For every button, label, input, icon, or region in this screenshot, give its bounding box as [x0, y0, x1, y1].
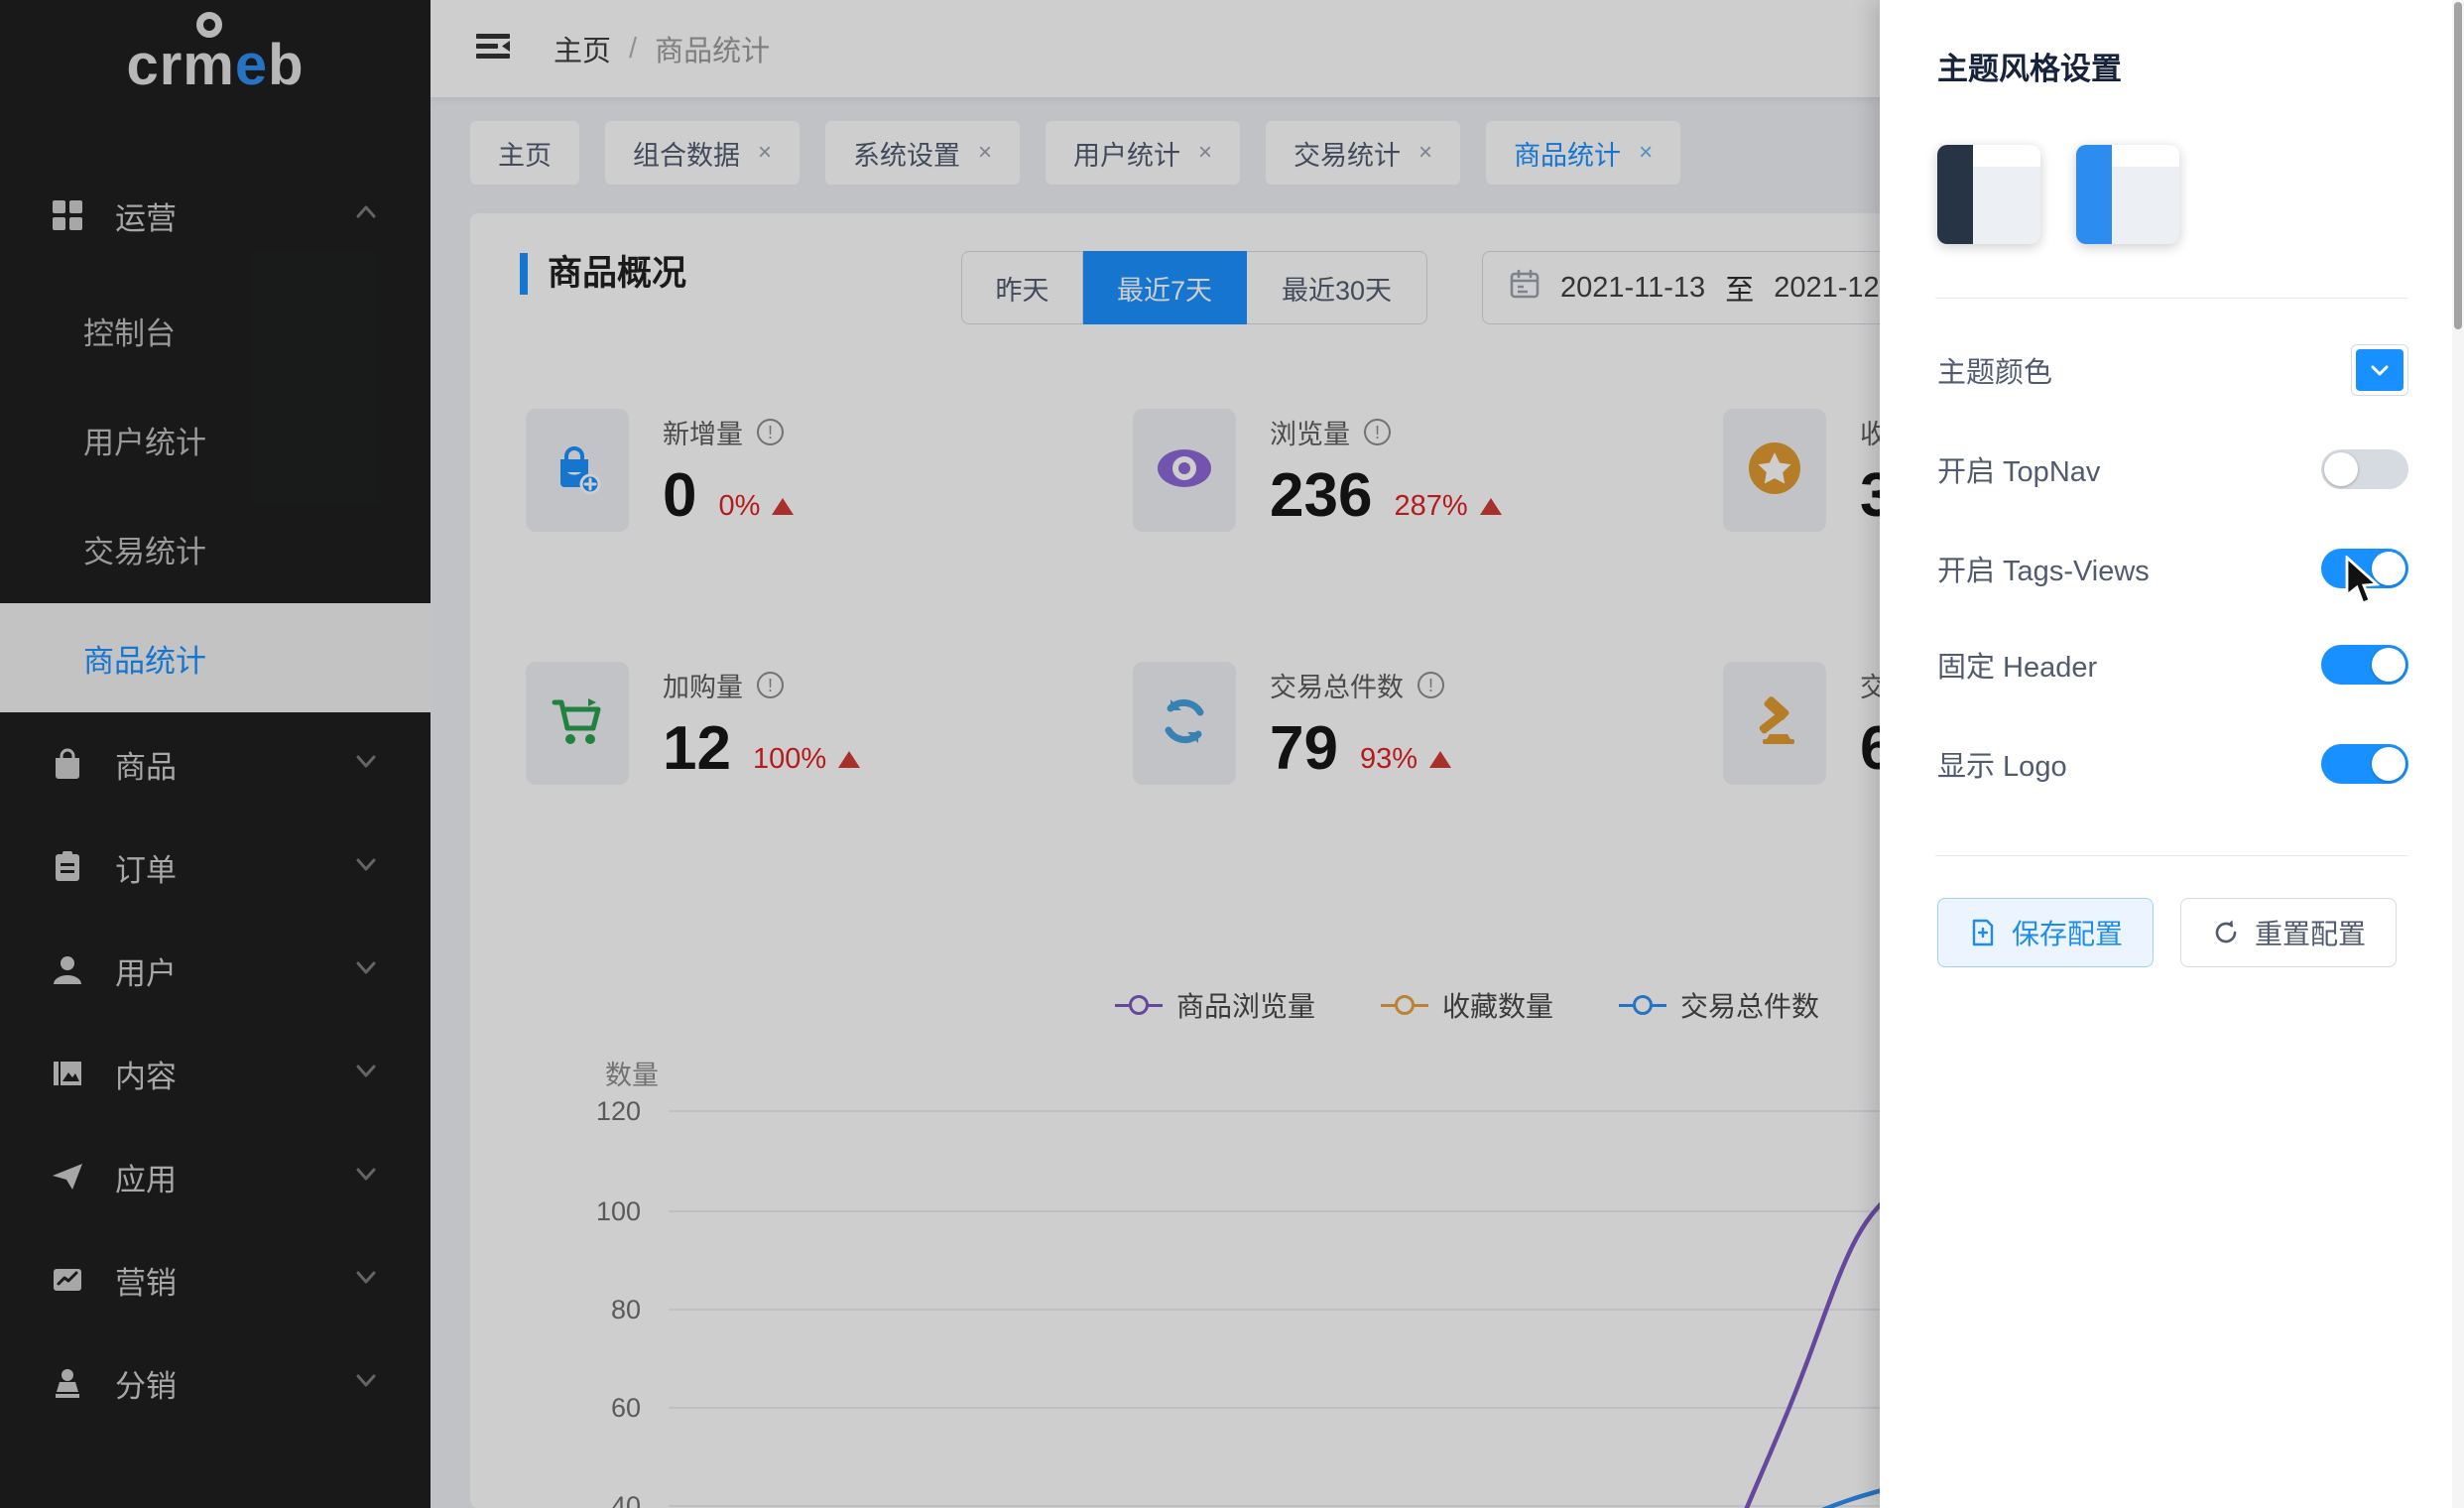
theme-thumb-sidebar [2076, 145, 2112, 244]
drawer-scrollbar-track [2452, 0, 2464, 1508]
drawer-title: 主题风格设置 [1937, 44, 2122, 88]
theme-thumb-header [1973, 145, 2040, 167]
theme-option-dark[interactable] [1937, 145, 2040, 244]
theme-thumb-header [2112, 145, 2179, 167]
toggle-knob [2372, 747, 2405, 781]
theme-color-picker[interactable] [2351, 344, 2408, 396]
toggle-显示 Logo[interactable] [2321, 744, 2408, 784]
switch-row: 显示 Logo [1937, 734, 2408, 794]
refresh-icon [2211, 918, 2241, 947]
switch-label: 开启 TopNav [1937, 448, 2100, 490]
drawer-scrollbar-thumb[interactable] [2454, 2, 2462, 329]
theme-option-blue[interactable] [2076, 145, 2179, 244]
toggle-开启 Tags-Views[interactable] [2321, 549, 2408, 588]
toggle-开启 TopNav[interactable] [2321, 449, 2408, 489]
switch-label: 固定 Header [1937, 644, 2097, 686]
theme-color-row: 主题颜色 [1937, 340, 2408, 400]
switch-row: 开启 TopNav [1937, 440, 2408, 499]
switch-label: 开启 Tags-Views [1937, 548, 2150, 589]
theme-thumb-sidebar [1937, 145, 1973, 244]
toggle-固定 Header[interactable] [2321, 645, 2408, 685]
theme-settings-drawer: 主题风格设置 主题颜色 开启 TopNav 开启 Tags-Views 固定 Hea… [1880, 0, 2464, 1508]
divider [1935, 855, 2408, 856]
save-file-icon [1968, 918, 1998, 947]
toggle-knob [2372, 648, 2405, 682]
reset-config-button[interactable]: 重置配置 [2180, 898, 2397, 967]
toggle-knob [2324, 452, 2358, 486]
save-config-button[interactable]: 保存配置 [1937, 898, 2154, 967]
chevron-down-icon [2367, 357, 2393, 383]
switch-row: 固定 Header [1937, 635, 2408, 694]
switch-row: 开启 Tags-Views [1937, 539, 2408, 598]
switch-label: 显示 Logo [1937, 743, 2067, 785]
theme-color-label: 主题颜色 [1937, 349, 2052, 391]
divider [1935, 298, 2408, 299]
toggle-knob [2372, 552, 2405, 585]
